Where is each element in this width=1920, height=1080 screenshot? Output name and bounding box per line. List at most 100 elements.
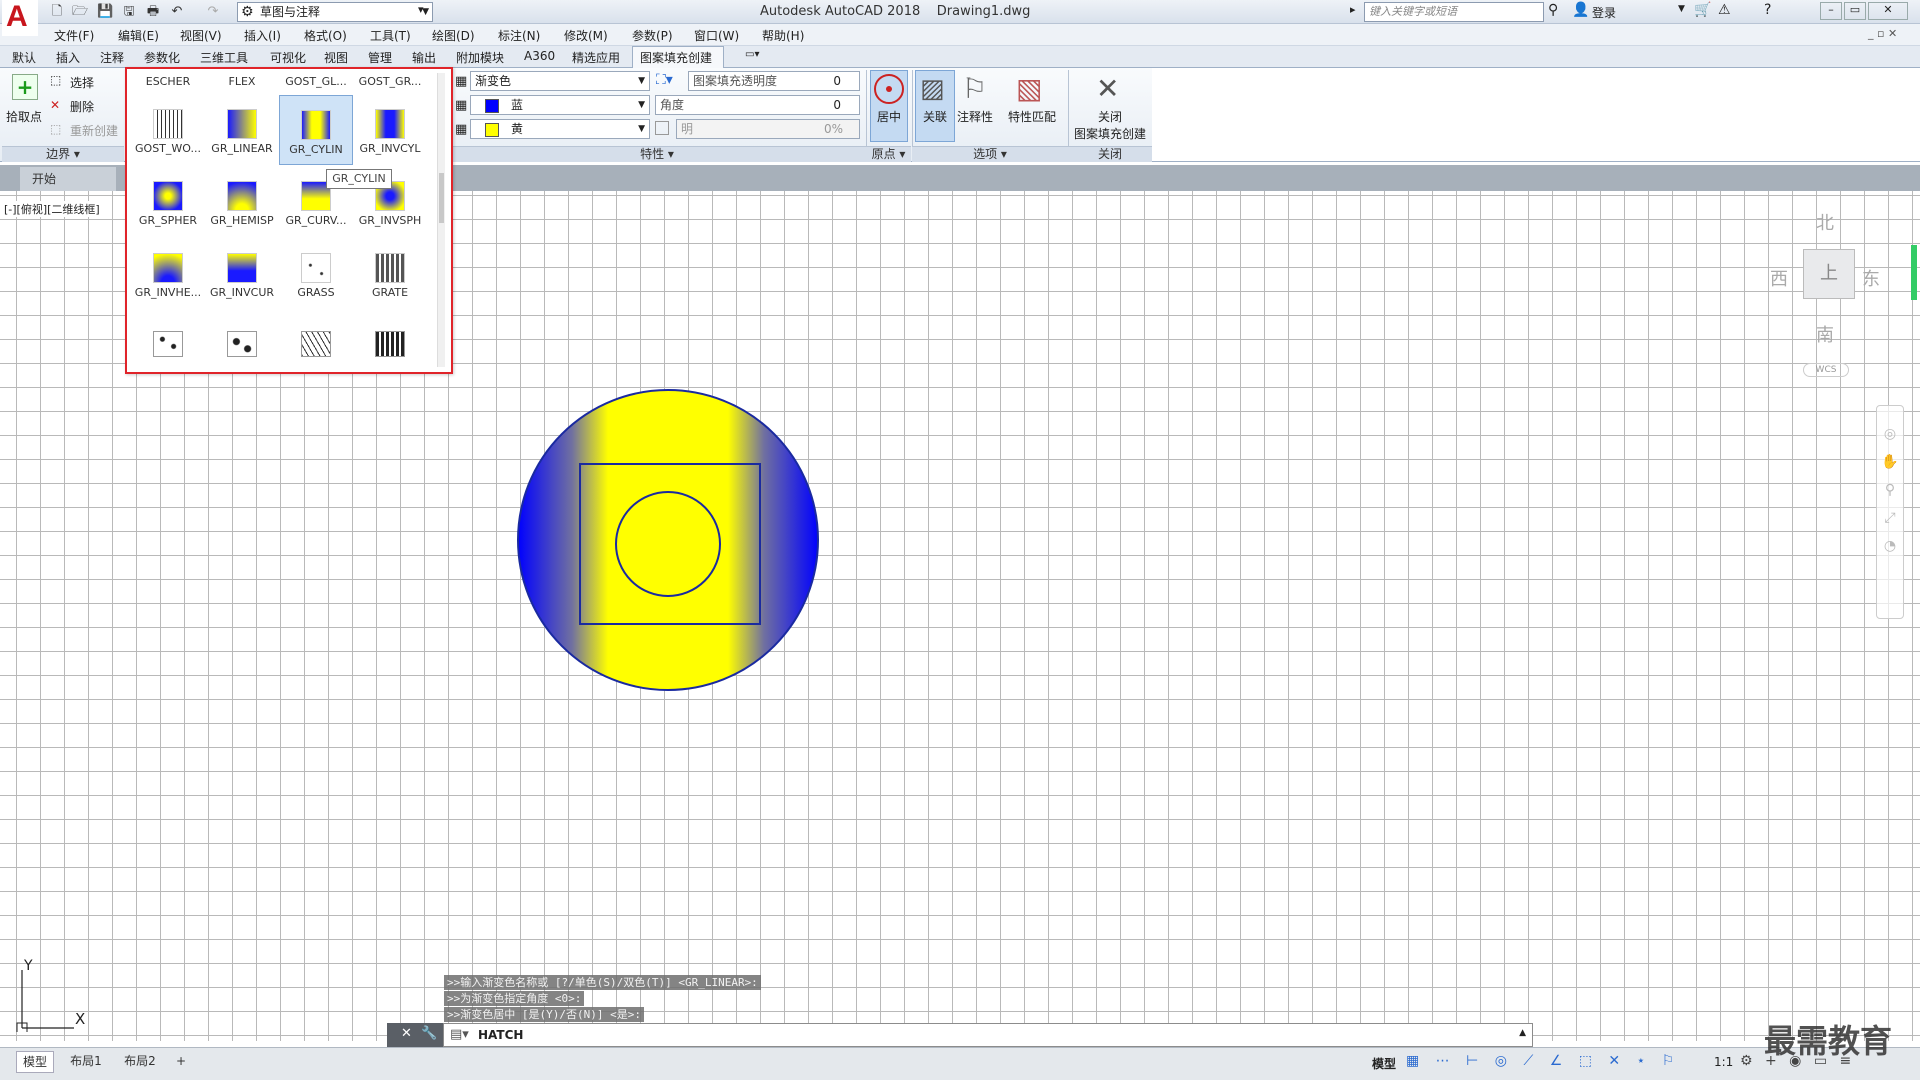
undo-icon[interactable]: ↶ xyxy=(168,3,186,21)
close-icon[interactable]: ✕ xyxy=(401,1026,412,1041)
cart-icon[interactable]: 🛒 xyxy=(1694,2,1711,18)
hatched-drawing[interactable] xyxy=(500,380,840,720)
gallery-pattern-grate[interactable]: GRATE xyxy=(353,239,427,309)
annotative-icon[interactable]: ⚐ xyxy=(962,72,987,105)
save-as-icon[interactable]: 🖫 xyxy=(120,3,138,21)
menu-item[interactable]: 工具(T) xyxy=(370,27,411,44)
color1-select[interactable]: 蓝 ▼ xyxy=(470,95,650,115)
close-hatch-icon[interactable]: ✕ xyxy=(1096,72,1119,105)
application-menu-button[interactable]: A xyxy=(2,0,38,36)
gallery-pattern-item[interactable] xyxy=(227,331,257,357)
tint-checkbox[interactable] xyxy=(655,121,669,135)
viewcube[interactable]: 北 西 东 南 上 WCS xyxy=(1770,205,1880,377)
ribbon-tab[interactable]: A360 xyxy=(524,49,555,63)
status-toggles[interactable]: ▦ ⋯ ⊢ ◎ ⟋ ∠ ⬚ ✕ ⋆ ⚐ xyxy=(1406,1053,1680,1069)
redo-icon[interactable]: ↷ xyxy=(204,3,222,21)
options-panel-label[interactable]: 选项 ▾ xyxy=(912,146,1068,162)
exchange-icon[interactable]: ⚠ xyxy=(1718,2,1731,18)
wrench-icon[interactable]: 🔧 xyxy=(421,1026,437,1041)
boundary-panel-label[interactable]: 边界 ▾ xyxy=(2,146,124,162)
menu-item[interactable]: 视图(V) xyxy=(180,27,222,44)
open-file-icon[interactable]: 🗁 xyxy=(71,3,89,21)
delete-button[interactable]: 删除 xyxy=(70,98,94,115)
ribbon-tab[interactable]: 默认 xyxy=(12,49,36,66)
annotation-scale[interactable]: 1:1 xyxy=(1714,1055,1733,1069)
layout-tab[interactable]: 模型 xyxy=(16,1051,54,1073)
add-layout-button[interactable]: + xyxy=(172,1051,190,1073)
viewcube-east[interactable]: 东 xyxy=(1862,265,1880,291)
search-input[interactable]: 键入关键字或短语 xyxy=(1364,2,1544,22)
command-input[interactable]: ▤▾ HATCH ▲ xyxy=(443,1023,1533,1047)
viewcube-south[interactable]: 南 xyxy=(1816,321,1834,347)
recreate-button[interactable]: 重新创建 xyxy=(70,122,118,139)
menu-item[interactable]: 参数(P) xyxy=(632,27,673,44)
gallery-pattern-linear[interactable]: GR_LINEAR xyxy=(205,95,279,165)
ribbon-tab[interactable]: 参数化 xyxy=(144,49,180,66)
gallery-pattern-item[interactable]: ESCHER xyxy=(131,75,205,88)
select-button[interactable]: 选择 xyxy=(70,74,94,91)
binoculars-icon[interactable]: ⚲ xyxy=(1548,2,1558,18)
navigation-bar[interactable]: ◎ ✋ ⚲ ⤢ ◔ xyxy=(1876,405,1904,619)
outer-circle[interactable] xyxy=(517,389,819,691)
maximize-button[interactable]: ▭ xyxy=(1844,2,1866,20)
menu-item[interactable]: 标注(N) xyxy=(498,27,540,44)
ribbon-tab[interactable]: 视图 xyxy=(324,49,348,66)
ribbon-tab[interactable]: 图案填充创建 xyxy=(640,49,712,66)
minimize-button[interactable]: – xyxy=(1820,2,1842,20)
gallery-pattern-item[interactable]: FLEX xyxy=(205,75,279,88)
command-history-toggle[interactable]: ▲ xyxy=(1519,1028,1526,1038)
viewport-controls[interactable]: [-][俯视][二维线框] xyxy=(4,201,100,217)
gallery-pattern-spher[interactable]: GR_SPHER xyxy=(131,167,205,237)
gallery-scroll-thumb[interactable] xyxy=(439,173,444,223)
menu-item[interactable]: 修改(M) xyxy=(564,27,608,44)
search-expand-icon[interactable]: ▸ xyxy=(1350,3,1356,16)
viewcube-top-face[interactable]: 上 xyxy=(1803,249,1855,299)
layout-tab[interactable]: 布局1 xyxy=(62,1051,110,1073)
gallery-pattern-invcur[interactable]: GR_INVCUR xyxy=(205,239,279,309)
menu-item[interactable]: 帮助(H) xyxy=(762,27,804,44)
ribbon-tab[interactable]: 附加模块 xyxy=(456,49,504,66)
viewcube-north[interactable]: 北 xyxy=(1816,209,1834,235)
properties-panel-label[interactable]: 特性 ▾ xyxy=(448,146,866,162)
gallery-pattern-wood[interactable]: GOST_WO... xyxy=(131,95,205,165)
help-icon[interactable]: ? xyxy=(1764,2,1771,18)
close-hatch-button[interactable]: 关闭 图案填充创建 xyxy=(1072,108,1148,142)
ribbon-tab[interactable]: 三维工具 xyxy=(200,49,248,66)
match-properties-button[interactable]: 特性匹配 xyxy=(1004,108,1060,125)
menu-item[interactable]: 插入(I) xyxy=(244,27,281,44)
close-window-button[interactable]: ✕ xyxy=(1868,2,1908,20)
gallery-pattern-item[interactable]: GOST_GL... xyxy=(279,75,353,88)
gallery-pattern-invcyl[interactable]: GR_INVCYL xyxy=(353,95,427,165)
gallery-scrollbar[interactable] xyxy=(437,73,445,367)
login-button[interactable]: 登录 xyxy=(1592,4,1616,21)
transparency-field[interactable]: 图案填充透明度 0 xyxy=(688,71,860,91)
gallery-pattern-invhe[interactable]: GR_INVHE... xyxy=(131,239,205,309)
ribbon-tab[interactable]: 可视化 xyxy=(270,49,306,66)
login-dropdown-icon[interactable]: ▼ xyxy=(1678,4,1685,14)
menu-item[interactable]: 文件(F) xyxy=(54,27,94,44)
command-line-handle[interactable]: ✕ 🔧 xyxy=(387,1023,443,1047)
pick-points-icon[interactable]: + xyxy=(12,74,38,100)
gallery-pattern-item[interactable] xyxy=(301,331,331,357)
color2-select[interactable]: 黄 ▼ xyxy=(470,119,650,139)
print-icon[interactable]: 🖶 xyxy=(144,3,162,21)
transparency-type-icon[interactable]: ⛶▾ xyxy=(656,72,673,88)
gallery-pattern-item[interactable]: GOST_GR... xyxy=(353,75,427,88)
model-space-toggle[interactable]: 模型 xyxy=(1372,1055,1396,1072)
save-icon[interactable]: 💾 xyxy=(96,3,114,21)
ribbon-minimize-icon[interactable]: ▭▾ xyxy=(745,49,759,60)
ribbon-tab[interactable]: 插入 xyxy=(56,49,80,66)
gallery-pattern-grass[interactable]: GRASS xyxy=(279,239,353,309)
angle-field[interactable]: 角度 0 xyxy=(655,95,860,115)
hatch-type-select[interactable]: 渐变色 ▼ xyxy=(470,71,650,91)
ribbon-tab[interactable]: 精选应用 xyxy=(572,49,620,66)
layout-tab[interactable]: 布局2 xyxy=(116,1051,164,1073)
canvas-scrollbar[interactable] xyxy=(1911,245,1917,300)
workspace-select[interactable]: ⚙ 草图与注释 ▼ xyxy=(237,2,433,22)
ribbon-tab[interactable]: 注释 xyxy=(100,49,124,66)
ribbon-tab[interactable]: 输出 xyxy=(412,49,436,66)
menu-item[interactable]: 编辑(E) xyxy=(118,27,159,44)
tint-field[interactable]: 明 0% xyxy=(676,119,860,139)
ribbon-tab[interactable]: 管理 xyxy=(368,49,392,66)
viewcube-west[interactable]: 西 xyxy=(1770,265,1788,291)
